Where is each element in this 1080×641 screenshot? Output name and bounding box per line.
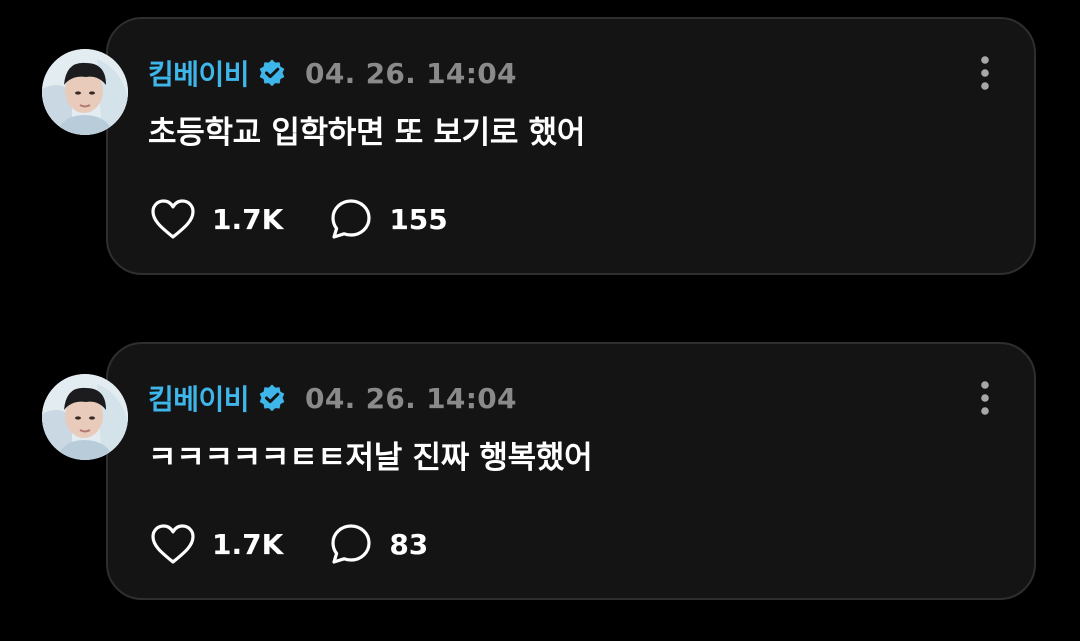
post-text: ㅋㅋㅋㅋㅋㅌㅌ저날 진짜 행복했어 bbox=[148, 440, 593, 476]
comment-button[interactable]: 155 bbox=[329, 197, 448, 241]
more-options-icon[interactable] bbox=[980, 55, 990, 91]
post-timestamp: 04. 26. 14:04 bbox=[305, 56, 517, 90]
like-button[interactable]: 1.7K bbox=[150, 198, 283, 240]
post-actions: 1.7K 83 bbox=[150, 522, 474, 566]
like-button[interactable]: 1.7K bbox=[150, 523, 283, 565]
post-card[interactable]: 킴베이비 04. 26. 14:04 ㅋㅋㅋㅋㅋㅌㅌ저날 진짜 행복했어 1.7… bbox=[42, 342, 1036, 600]
like-count: 1.7K bbox=[212, 527, 284, 561]
post-header: 킴베이비 04. 26. 14:04 bbox=[148, 53, 517, 93]
heart-icon bbox=[151, 524, 195, 564]
avatar[interactable] bbox=[42, 374, 128, 460]
post-timestamp: 04. 26. 14:04 bbox=[305, 381, 517, 415]
verified-badge-icon bbox=[257, 383, 287, 413]
comment-bubble-icon bbox=[331, 524, 371, 564]
heart-icon bbox=[151, 199, 195, 239]
comment-count: 83 bbox=[389, 527, 429, 561]
post-card[interactable]: 킴베이비 04. 26. 14:04 초등학교 입학하면 또 보기로 했어 1.… bbox=[42, 17, 1036, 275]
avatar[interactable] bbox=[42, 49, 128, 135]
username[interactable]: 킴베이비 bbox=[148, 53, 250, 93]
comment-bubble-icon bbox=[331, 199, 371, 239]
post-actions: 1.7K 155 bbox=[150, 197, 494, 241]
username[interactable]: 킴베이비 bbox=[148, 378, 250, 418]
comment-button[interactable]: 83 bbox=[329, 522, 428, 566]
post-header: 킴베이비 04. 26. 14:04 bbox=[148, 378, 517, 418]
verified-badge-icon bbox=[257, 58, 287, 88]
like-count: 1.7K bbox=[212, 202, 284, 236]
post-text: 초등학교 입학하면 또 보기로 했어 bbox=[148, 115, 586, 151]
comment-count: 155 bbox=[389, 202, 448, 236]
more-options-icon[interactable] bbox=[980, 380, 990, 416]
